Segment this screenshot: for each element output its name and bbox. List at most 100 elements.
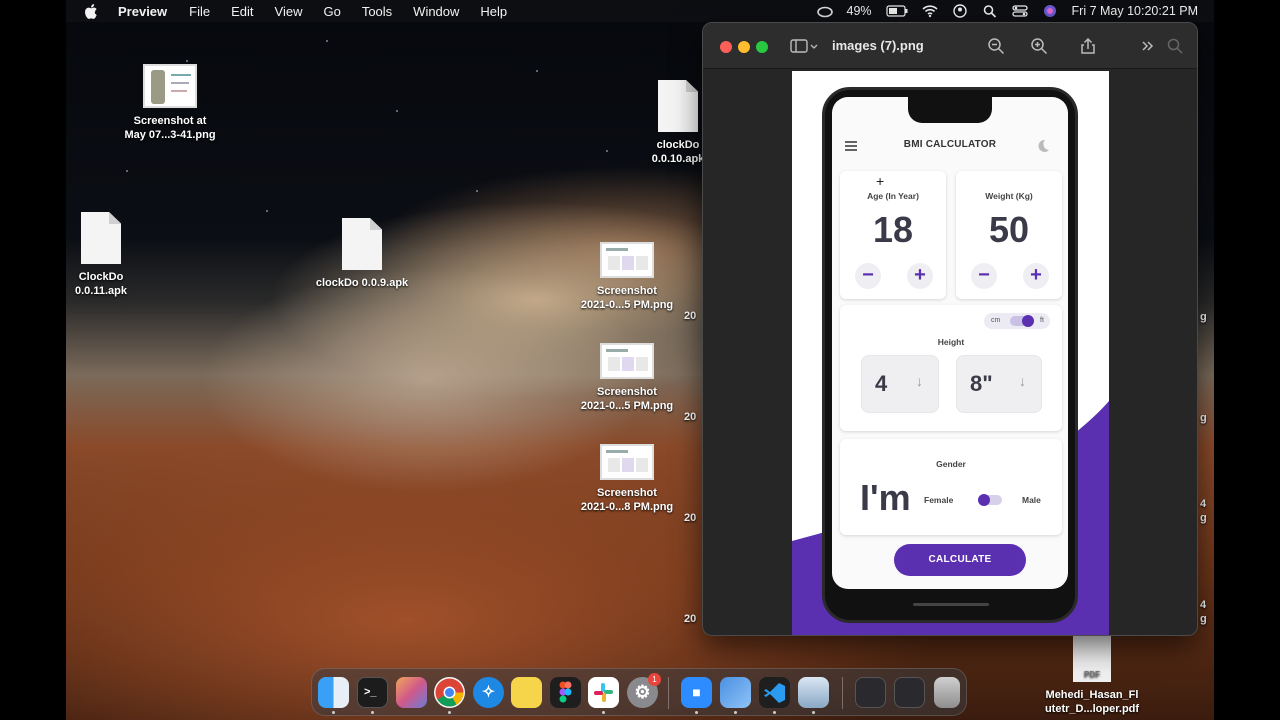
close-button[interactable] [720,41,732,53]
pdf-tag: PDF [1084,670,1100,679]
phone-screen: BMI CALCULATOR Age (In Year) 18 − + + We… [832,97,1068,589]
mouse-cursor-crosshair-icon: + [876,173,885,189]
calculate-button[interactable]: CALCULATE [894,544,1026,576]
wifi-icon[interactable] [921,4,938,18]
zoom-out-icon[interactable] [987,37,1005,55]
menu-view[interactable]: View [275,4,303,19]
window-titlebar[interactable]: images (7).png [703,23,1197,69]
siri-icon[interactable] [1042,4,1058,18]
dark-mode-moon-icon[interactable] [1036,139,1050,153]
unit-toggle[interactable]: cm ft [984,313,1050,329]
age-decrement-button[interactable]: − [855,263,881,289]
recent-window-icon[interactable] [894,677,925,708]
gender-prefix: I'm [860,477,911,518]
image-capture-icon[interactable] [798,677,829,708]
age-increment-button[interactable]: + [907,263,933,289]
age-label: Age (In Year) [867,191,919,201]
menu-file[interactable]: File [189,4,210,19]
status-area: 49% Fri 7 May 10:20:21 PM [816,0,1198,22]
sidebar-toggle-icon[interactable] [790,37,820,55]
vscode-icon[interactable] [759,677,790,708]
screenshot-thumbnail-icon [600,242,654,278]
window-title: images (7).png [832,38,924,53]
gender-label: Gender [936,459,966,469]
menu-go[interactable]: Go [323,4,340,19]
file-name-line1: Mehedi_Hasan_Fl [1045,689,1139,701]
slack-icon[interactable] [588,677,619,708]
app-bar: BMI CALCULATOR [832,127,1068,163]
apple-icon[interactable] [84,3,98,19]
partial-label: 20 [684,411,697,423]
desktop-file-screenshot-3[interactable]: Screenshot 2021-0...8 PM.png [567,444,687,514]
file-name-line2: 2021-0...8 PM.png [580,501,674,513]
menu-edit[interactable]: Edit [231,4,253,19]
desktop-file-resume-pdf[interactable]: PDF Mehedi_Hasan_Fl utetr_D...loper.pdf [1032,636,1152,716]
unit-ft-label: ft [1040,317,1044,324]
pdf-document-icon: PDF [1073,636,1111,682]
weight-card: Weight (Kg) 50 − + [956,171,1062,299]
share-icon[interactable] [1079,37,1097,55]
figma-icon[interactable] [550,677,581,708]
gender-toggle-knob [978,494,990,506]
recent-window-icon[interactable] [855,677,886,708]
minimize-button[interactable] [738,41,750,53]
launchpad-icon[interactable] [396,677,427,708]
zoom-button[interactable] [756,41,768,53]
height-inches-value: 8" [970,371,993,396]
preview-window: images (7).png BMI CALCULATOR Age (In Ye… [702,22,1198,636]
weight-value: 50 [988,209,1030,250]
finder-icon[interactable] [318,677,349,708]
menu-tools[interactable]: Tools [362,4,392,19]
file-name-line2: 0.0.11.apk [75,285,127,297]
file-name-line1: ClockDo [78,271,124,283]
notes-icon[interactable] [511,677,542,708]
search-icon[interactable] [1166,37,1184,55]
file-name-line1: Screenshot at [133,115,207,127]
running-indicator [734,711,737,714]
trash-icon[interactable] [934,677,960,708]
safari-icon[interactable]: ✧ [473,677,504,708]
weight-decrement-button[interactable]: − [971,263,997,289]
home-indicator [913,603,989,606]
height-card: cm ft Height 4 ↓ 8" ↓ [840,305,1062,431]
height-feet-dropdown[interactable]: 4 ↓ [861,355,939,413]
dock: >_ ✧ ⚙ 1 ■ [311,668,967,716]
control-center-icon[interactable] [1011,4,1028,18]
weight-increment-button[interactable]: + [1023,263,1049,289]
zoom-in-icon[interactable] [1030,37,1048,55]
desktop-file-screenshot-may07[interactable]: Screenshot at May 07...3-41.png [110,64,230,142]
menu-help[interactable]: Help [480,4,507,19]
desktop-file-clockdo-0011[interactable]: ClockDo 0.0.11.apk [41,212,161,298]
height-inches-dropdown[interactable]: 8" ↓ [956,355,1042,413]
gender-toggle[interactable] [976,493,1002,507]
menu-bar: Preview File Edit View Go Tools Window H… [66,0,1214,22]
file-name-line2: May 07...3-41.png [124,129,216,141]
partial-label: 20 [684,512,697,524]
running-indicator [332,711,335,714]
running-indicator [371,711,374,714]
unit-cm-label: cm [991,317,1001,324]
creative-cloud-icon[interactable] [816,4,833,18]
screenshot-thumbnail-icon [600,444,654,480]
running-indicator [812,711,815,714]
clock[interactable]: Fri 7 May 10:20:21 PM [1072,4,1198,18]
document-icon [81,212,121,264]
screen: Preview File Edit View Go Tools Window H… [0,0,1280,720]
battery-icon[interactable] [885,4,908,18]
spotlight-search-icon[interactable] [982,4,998,18]
partial-label: g [1200,412,1207,424]
user-account-icon[interactable] [952,4,968,18]
more-chevrons-icon[interactable] [1139,37,1157,55]
terminal-icon[interactable]: >_ [357,677,388,708]
document-icon [658,80,698,132]
height-feet-value: 4 [875,371,888,396]
file-name-line2: utetr_D...loper.pdf [1044,703,1140,715]
preview-app-icon[interactable] [720,677,751,708]
desktop-file-clockdo-009[interactable]: clockDo 0.0.9.apk [302,218,422,290]
app-menu-preview[interactable]: Preview [118,4,167,19]
menu-window[interactable]: Window [413,4,459,19]
chrome-icon[interactable] [434,677,465,708]
zoom-app-icon[interactable]: ■ [681,677,712,708]
desktop-file-screenshot-2[interactable]: Screenshot 2021-0...5 PM.png [567,343,687,413]
desktop-file-screenshot-1[interactable]: Screenshot 2021-0...5 PM.png [567,242,687,312]
